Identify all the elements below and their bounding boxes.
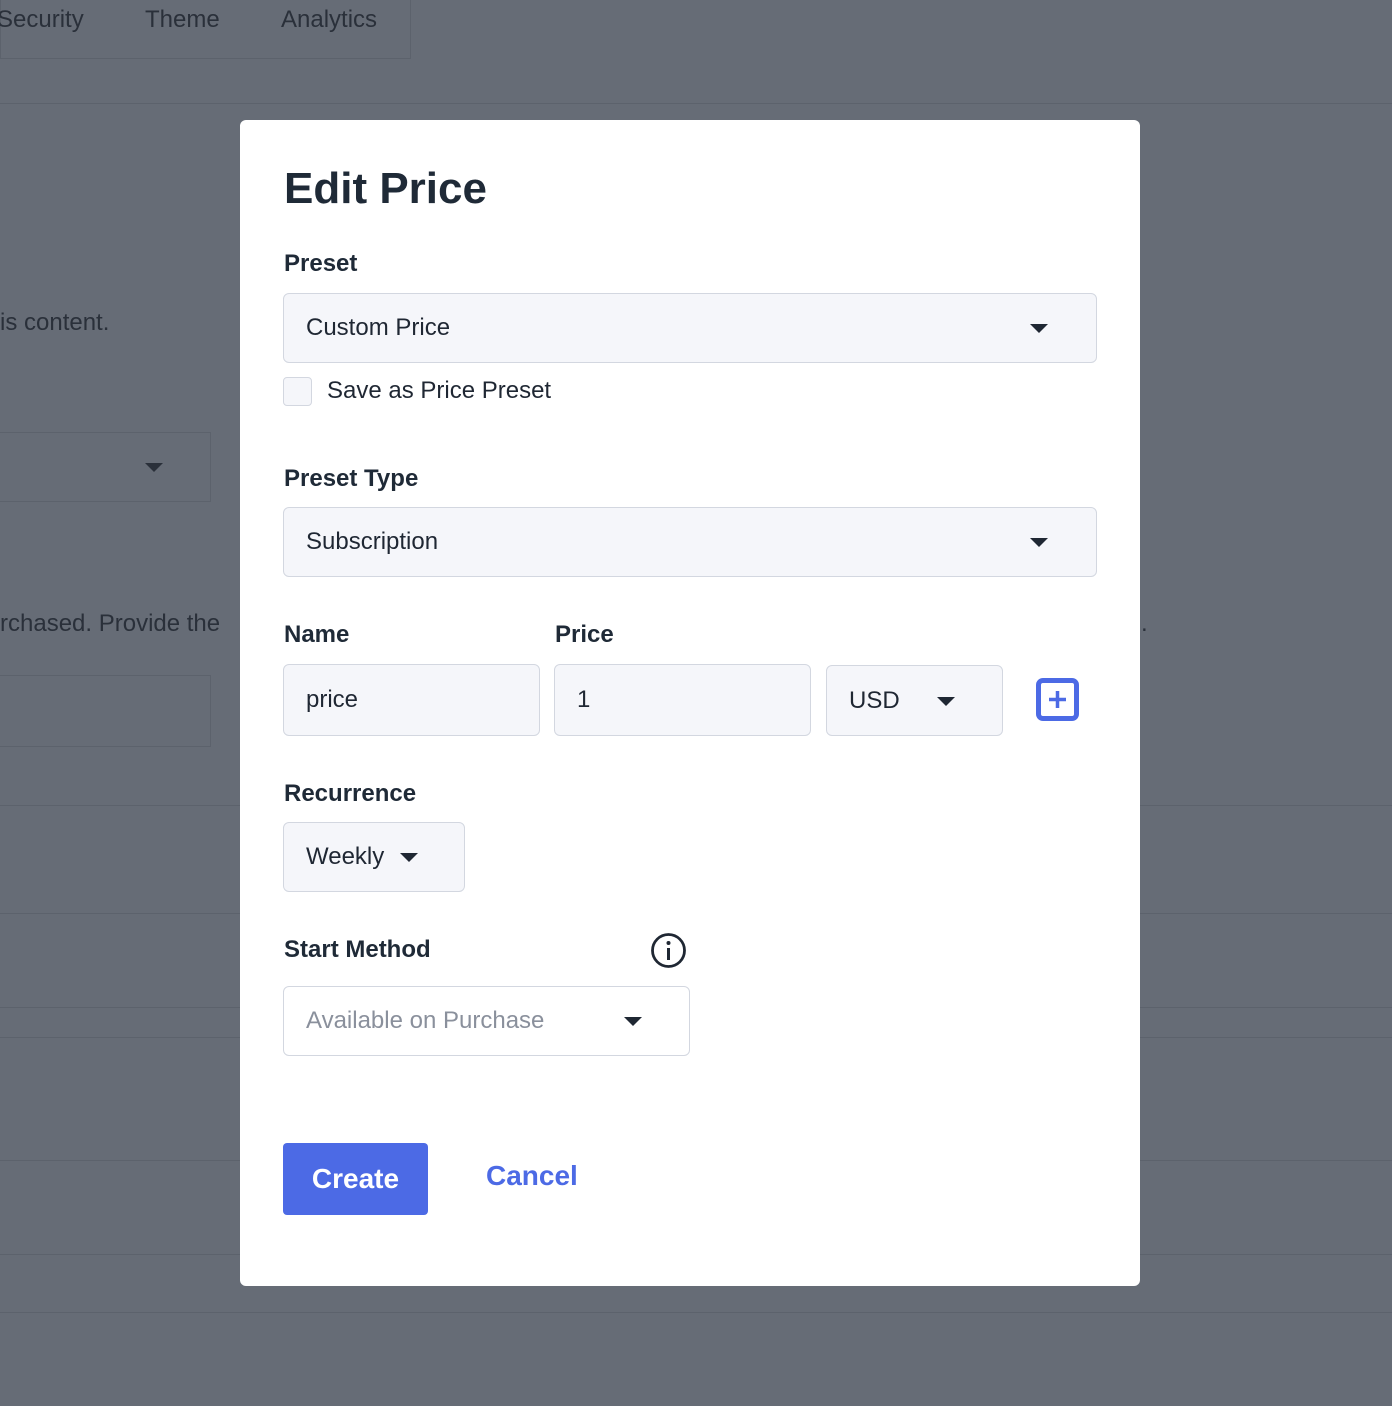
currency-select[interactable]: USD (826, 665, 1003, 736)
save-preset-label[interactable]: Save as Price Preset (327, 377, 551, 405)
background-dropdown (0, 432, 211, 502)
plus-icon (1049, 691, 1066, 708)
currency-value: USD (849, 686, 900, 714)
recurrence-value: Weekly (306, 843, 385, 870)
start-method-placeholder: Available on Purchase (306, 1007, 545, 1034)
caret-down-icon (1030, 324, 1048, 333)
start-method-label: Start Method (284, 936, 431, 963)
tab-security: Security (0, 6, 84, 33)
modal-title: Edit Price (284, 164, 487, 213)
price-value: 1 (577, 686, 591, 713)
background-text: rchased. Provide the (0, 610, 221, 637)
preset-type-label: Preset Type (284, 465, 419, 492)
info-circle-icon[interactable] (650, 932, 687, 969)
cancel-button[interactable]: Cancel (486, 1160, 578, 1192)
name-input[interactable]: price (283, 664, 540, 736)
recurrence-select[interactable]: Weekly (283, 822, 465, 892)
background-text: . (1141, 610, 1148, 637)
divider (0, 103, 1392, 104)
name-label: Name (284, 621, 350, 648)
caret-down-icon (1030, 538, 1048, 547)
preset-label: Preset (284, 250, 358, 277)
background-tab-bar: Security Theme Analytics (0, 0, 411, 59)
price-input[interactable]: 1 (554, 664, 811, 736)
caret-down-icon (937, 696, 955, 706)
preset-type-value: Subscription (306, 528, 439, 555)
price-label: Price (555, 621, 614, 648)
save-preset-checkbox[interactable] (283, 377, 312, 406)
caret-down-icon (145, 463, 163, 472)
preset-value: Custom Price (306, 314, 451, 341)
caret-down-icon (400, 853, 418, 862)
preset-select[interactable]: Custom Price (283, 293, 1097, 363)
caret-down-icon (624, 1017, 642, 1026)
preset-type-select[interactable]: Subscription (283, 507, 1097, 577)
background-text: is content. (0, 309, 110, 336)
background-input (0, 675, 211, 747)
tab-analytics: Analytics (281, 6, 378, 33)
divider (0, 1312, 1392, 1313)
tab-theme: Theme (145, 6, 220, 33)
start-method-select[interactable]: Available on Purchase (283, 986, 690, 1056)
name-value: price (306, 686, 359, 713)
edit-price-modal: Edit Price Preset Custom Price Save as P… (240, 120, 1140, 1286)
create-button[interactable]: Create (283, 1143, 428, 1215)
recurrence-label: Recurrence (284, 780, 417, 807)
add-price-button[interactable] (1036, 678, 1079, 721)
